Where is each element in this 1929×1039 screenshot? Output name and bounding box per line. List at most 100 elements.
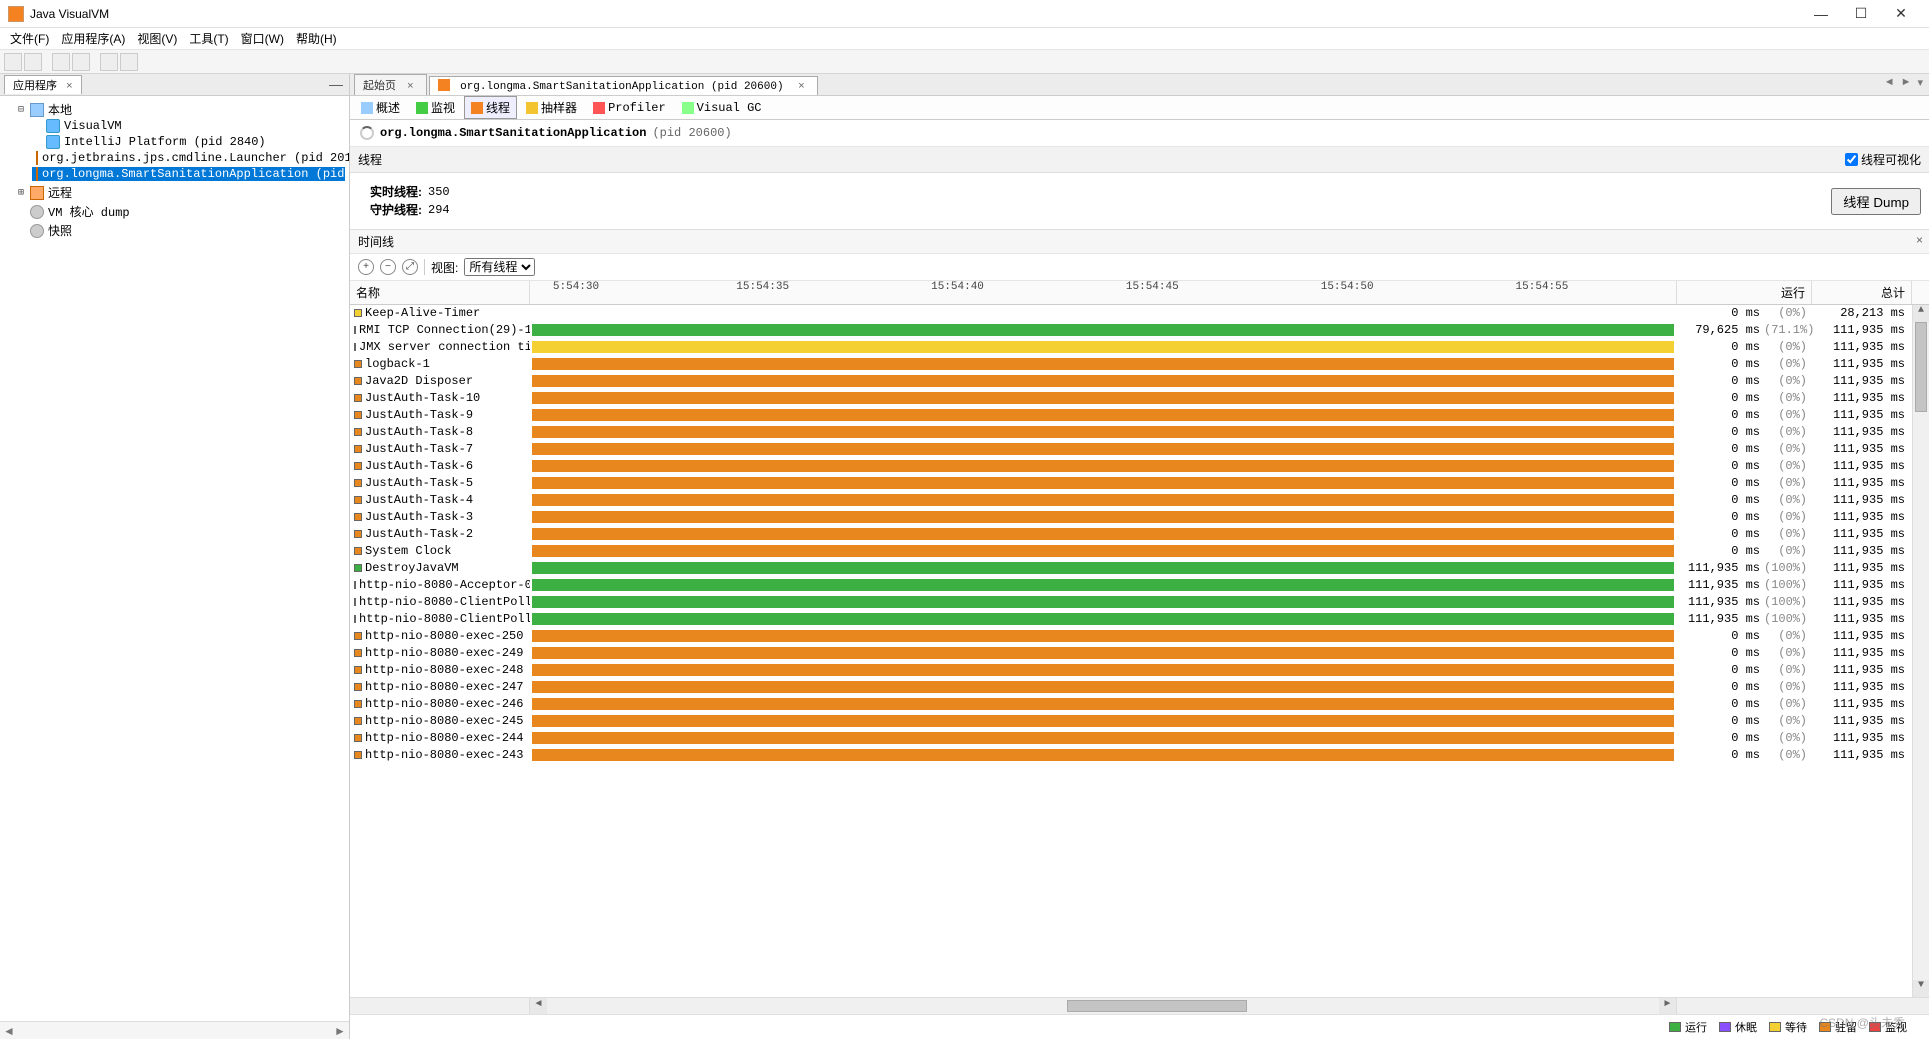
panel-minimize-icon[interactable]: — bbox=[329, 76, 343, 92]
menu-window[interactable]: 窗口(W) bbox=[235, 28, 290, 49]
scroll-right-icon[interactable]: ► bbox=[1659, 998, 1676, 1014]
thread-row[interactable]: http-nio-8080-exec-2470 ms(0%)111,935 ms bbox=[350, 679, 1929, 696]
subtab-threads[interactable]: 线程 bbox=[464, 96, 517, 119]
timeline-body[interactable]: Keep-Alive-Timer0 ms(0%)28,213 msRMI TCP… bbox=[350, 305, 1929, 997]
thread-row[interactable]: JustAuth-Task-80 ms(0%)111,935 ms bbox=[350, 424, 1929, 441]
subtab-sampler[interactable]: 抽样器 bbox=[519, 96, 584, 119]
thread-row[interactable]: http-nio-8080-exec-2480 ms(0%)111,935 ms bbox=[350, 662, 1929, 679]
col-name[interactable]: 名称 bbox=[350, 281, 530, 304]
tab-start-page[interactable]: 起始页 × bbox=[354, 74, 427, 95]
scroll-left-icon[interactable]: ◄ bbox=[0, 1024, 18, 1038]
thread-row[interactable]: DestroyJavaVM111,935 ms(100%)111,935 ms bbox=[350, 560, 1929, 577]
scroll-thumb[interactable] bbox=[1067, 1000, 1247, 1012]
thread-row[interactable]: JustAuth-Task-60 ms(0%)111,935 ms bbox=[350, 458, 1929, 475]
close-button[interactable]: ✕ bbox=[1881, 5, 1921, 22]
col-run[interactable]: 运行 bbox=[1676, 281, 1811, 304]
left-horizontal-scrollbar[interactable]: ◄ ► bbox=[0, 1021, 349, 1039]
scroll-up-icon[interactable]: ▲ bbox=[1913, 305, 1929, 322]
maximize-button[interactable]: ☐ bbox=[1841, 5, 1881, 22]
tree-node-visualvm[interactable]: VisualVM bbox=[32, 119, 345, 133]
tree-node-snapshot[interactable]: 快照 bbox=[16, 222, 347, 239]
tree-node-remote[interactable]: ⊞ 远程 bbox=[16, 184, 347, 201]
thread-row[interactable]: http-nio-8080-exec-2450 ms(0%)111,935 ms bbox=[350, 713, 1929, 730]
subtab-monitor[interactable]: 监视 bbox=[409, 96, 462, 119]
expand-toggle-icon[interactable]: ⊞ bbox=[16, 187, 26, 199]
subtab-overview[interactable]: 概述 bbox=[354, 96, 407, 119]
thread-bar bbox=[532, 545, 1674, 557]
toolbar-app-dump-icon[interactable] bbox=[52, 53, 70, 71]
thread-row[interactable]: RMI TCP Connection(29)-192.79,625 ms(71.… bbox=[350, 322, 1929, 339]
scroll-right-icon[interactable]: ► bbox=[331, 1024, 349, 1038]
thread-run-time: 111,935 ms bbox=[1676, 595, 1764, 609]
scroll-down-icon[interactable]: ▼ bbox=[1913, 980, 1929, 997]
thread-row[interactable]: JMX server connection timeo0 ms(0%)111,9… bbox=[350, 339, 1929, 356]
tab-next-icon[interactable]: ► bbox=[1899, 76, 1914, 89]
timeline-close-icon[interactable]: × bbox=[1916, 233, 1923, 247]
tab-close-icon[interactable]: × bbox=[407, 80, 413, 92]
thread-run-time: 79,625 ms bbox=[1676, 323, 1764, 337]
view-select[interactable]: 所有线程 bbox=[464, 258, 535, 276]
scroll-thumb[interactable] bbox=[1915, 322, 1927, 412]
tab-close-icon[interactable]: × bbox=[798, 81, 805, 93]
thread-row[interactable]: JustAuth-Task-70 ms(0%)111,935 ms bbox=[350, 441, 1929, 458]
thread-row[interactable]: Keep-Alive-Timer0 ms(0%)28,213 ms bbox=[350, 305, 1929, 322]
menu-view[interactable]: 视图(V) bbox=[131, 28, 183, 49]
thread-row[interactable]: JustAuth-Task-100 ms(0%)111,935 ms bbox=[350, 390, 1929, 407]
scroll-left-icon[interactable]: ◄ bbox=[530, 998, 547, 1014]
thread-row[interactable]: System Clock0 ms(0%)111,935 ms bbox=[350, 543, 1929, 560]
thread-name: JMX server connection timeo bbox=[359, 340, 530, 354]
tree-node-local[interactable]: ⊟ 本地 bbox=[16, 101, 347, 118]
threads-visualize-checkbox[interactable]: 线程可视化 bbox=[1845, 151, 1921, 168]
toolbar-save-icon[interactable] bbox=[24, 53, 42, 71]
toolbar-heap-dump-icon[interactable] bbox=[72, 53, 90, 71]
menu-help[interactable]: 帮助(H) bbox=[290, 28, 343, 49]
thread-row[interactable]: logback-10 ms(0%)111,935 ms bbox=[350, 356, 1929, 373]
tab-list-icon[interactable]: ▾ bbox=[1915, 76, 1925, 89]
tab-application[interactable]: org.longma.SmartSanitationApplication (p… bbox=[429, 76, 818, 95]
thread-row[interactable]: Java2D Disposer0 ms(0%)111,935 ms bbox=[350, 373, 1929, 390]
menu-file[interactable]: 文件(F) bbox=[4, 28, 55, 49]
thread-row[interactable]: http-nio-8080-ClientPoller-111,935 ms(10… bbox=[350, 611, 1929, 628]
toolbar-open-icon[interactable] bbox=[4, 53, 22, 71]
applications-tree[interactable]: ⊟ 本地 VisualVM IntelliJ Platform (pid 284… bbox=[0, 96, 349, 1021]
toolbar-snapshot-icon[interactable] bbox=[120, 53, 138, 71]
thread-bar bbox=[532, 358, 1674, 370]
subtab-profiler[interactable]: Profiler bbox=[586, 98, 673, 118]
thread-row[interactable]: JustAuth-Task-90 ms(0%)111,935 ms bbox=[350, 407, 1929, 424]
zoom-out-icon[interactable]: − bbox=[380, 259, 396, 275]
tree-node-intellij[interactable]: IntelliJ Platform (pid 2840) bbox=[32, 135, 345, 149]
applications-tab-close-icon[interactable]: × bbox=[66, 80, 72, 92]
thread-row[interactable]: http-nio-8080-ClientPoller-111,935 ms(10… bbox=[350, 594, 1929, 611]
thread-row[interactable]: http-nio-8080-exec-2490 ms(0%)111,935 ms bbox=[350, 645, 1929, 662]
tab-prev-icon[interactable]: ◄ bbox=[1882, 76, 1897, 89]
thread-name: DestroyJavaVM bbox=[365, 561, 459, 575]
applications-tab[interactable]: 应用程序 × bbox=[4, 75, 82, 94]
tree-node-jps-launcher[interactable]: org.jetbrains.jps.cmdline.Launcher (pid … bbox=[32, 151, 345, 165]
thread-row[interactable]: http-nio-8080-exec-2460 ms(0%)111,935 ms bbox=[350, 696, 1929, 713]
timeline-vertical-scrollbar[interactable]: ▲ ▼ bbox=[1912, 305, 1929, 997]
col-total[interactable]: 总计 bbox=[1811, 281, 1911, 304]
overview-icon bbox=[361, 102, 373, 114]
thread-row[interactable]: JustAuth-Task-20 ms(0%)111,935 ms bbox=[350, 526, 1929, 543]
zoom-fit-icon[interactable]: ⤢ bbox=[402, 259, 418, 275]
threads-visualize-input[interactable] bbox=[1845, 153, 1858, 166]
tree-node-vmcore[interactable]: VM 核心 dump bbox=[16, 203, 347, 220]
thread-dump-button[interactable]: 线程 Dump bbox=[1831, 188, 1921, 215]
thread-row[interactable]: http-nio-8080-exec-2430 ms(0%)111,935 ms bbox=[350, 747, 1929, 764]
minimize-button[interactable]: — bbox=[1801, 6, 1841, 22]
timeline-horizontal-scrollbar[interactable]: ◄ ► bbox=[350, 997, 1929, 1014]
thread-row[interactable]: JustAuth-Task-50 ms(0%)111,935 ms bbox=[350, 475, 1929, 492]
thread-row[interactable]: http-nio-8080-exec-2500 ms(0%)111,935 ms bbox=[350, 628, 1929, 645]
thread-row[interactable]: JustAuth-Task-40 ms(0%)111,935 ms bbox=[350, 492, 1929, 509]
thread-row[interactable]: http-nio-8080-Acceptor-0111,935 ms(100%)… bbox=[350, 577, 1929, 594]
zoom-in-icon[interactable]: + bbox=[358, 259, 374, 275]
expand-toggle-icon[interactable]: ⊟ bbox=[16, 104, 26, 116]
thread-bar bbox=[532, 698, 1674, 710]
tree-node-smart-sanitation[interactable]: org.longma.SmartSanitationApplication (p… bbox=[32, 167, 345, 181]
thread-row[interactable]: http-nio-8080-exec-2440 ms(0%)111,935 ms bbox=[350, 730, 1929, 747]
menu-applications[interactable]: 应用程序(A) bbox=[55, 28, 131, 49]
subtab-visual-gc[interactable]: Visual GC bbox=[675, 98, 769, 118]
thread-row[interactable]: JustAuth-Task-30 ms(0%)111,935 ms bbox=[350, 509, 1929, 526]
toolbar-start-icon[interactable] bbox=[100, 53, 118, 71]
menu-tools[interactable]: 工具(T) bbox=[183, 28, 234, 49]
